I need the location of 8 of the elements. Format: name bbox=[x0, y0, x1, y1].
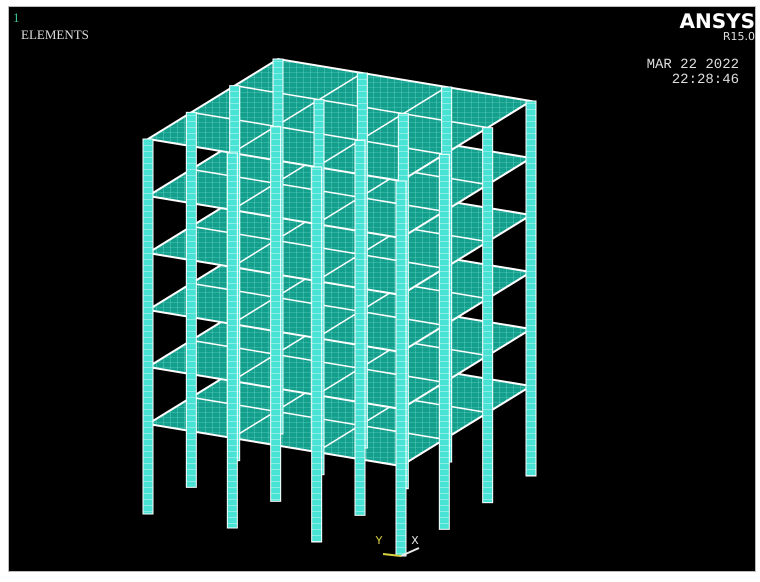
window-number: 1 bbox=[13, 11, 20, 24]
release-label: R15.0 bbox=[722, 31, 755, 42]
axis-label: Y bbox=[375, 534, 383, 548]
date-label: MAR 22 2022 bbox=[646, 58, 739, 74]
time-label: 22:28:46 bbox=[672, 73, 739, 89]
axis-label: X bbox=[411, 534, 419, 548]
display-label: ELEMENTS bbox=[21, 28, 89, 41]
product-name: ANSYS bbox=[679, 11, 755, 31]
